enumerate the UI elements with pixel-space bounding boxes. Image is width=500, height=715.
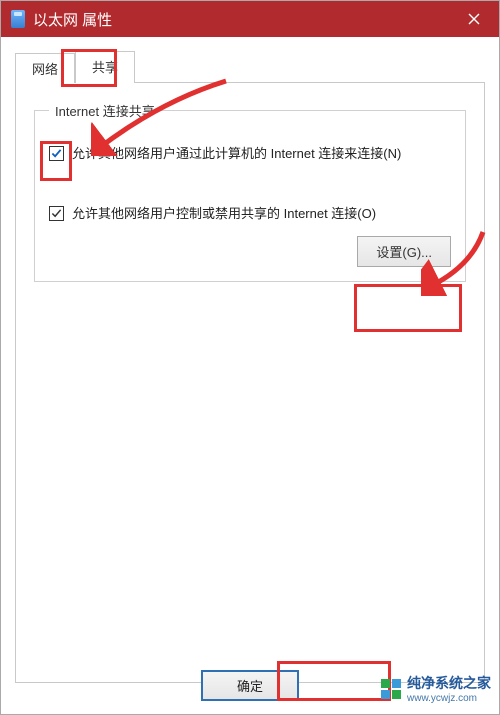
checkbox-allow-connect[interactable] — [49, 146, 64, 161]
ok-button[interactable]: 确定 — [202, 671, 298, 700]
group-legend: Internet 连接共享 — [49, 101, 161, 120]
watermark: 纯净系统之家 www.ycwjz.com — [381, 673, 491, 704]
checkbox-allow-control[interactable] — [49, 206, 64, 221]
titlebar: 以太网 属性 — [1, 1, 499, 37]
label-allow-connect: 允许其他网络用户通过此计算机的 Internet 连接来连接(N) — [72, 144, 401, 164]
option-allow-connect[interactable]: 允许其他网络用户通过此计算机的 Internet 连接来连接(N) — [49, 144, 451, 164]
tab-network[interactable]: 网络 — [15, 53, 75, 83]
tab-sharing[interactable]: 共享 — [75, 51, 135, 83]
watermark-logo-icon — [381, 679, 401, 699]
tab-strip: 网络 共享 — [1, 37, 499, 83]
check-icon — [51, 208, 62, 219]
close-icon — [468, 13, 480, 25]
close-button[interactable] — [449, 1, 499, 37]
option-allow-control[interactable]: 允许其他网络用户控制或禁用共享的 Internet 连接(O) — [49, 204, 451, 224]
watermark-url: www.ycwjz.com — [407, 693, 491, 704]
check-icon — [51, 148, 62, 159]
ethernet-icon — [11, 10, 25, 28]
watermark-text: 纯净系统之家 — [407, 673, 491, 693]
internet-sharing-group: Internet 连接共享 允许其他网络用户通过此计算机的 Internet 连… — [34, 101, 466, 282]
tab-content: Internet 连接共享 允许其他网络用户通过此计算机的 Internet 连… — [15, 83, 485, 683]
settings-button[interactable]: 设置(G)... — [357, 236, 451, 267]
label-allow-control: 允许其他网络用户控制或禁用共享的 Internet 连接(O) — [72, 204, 376, 224]
window-title: 以太网 属性 — [33, 9, 112, 30]
